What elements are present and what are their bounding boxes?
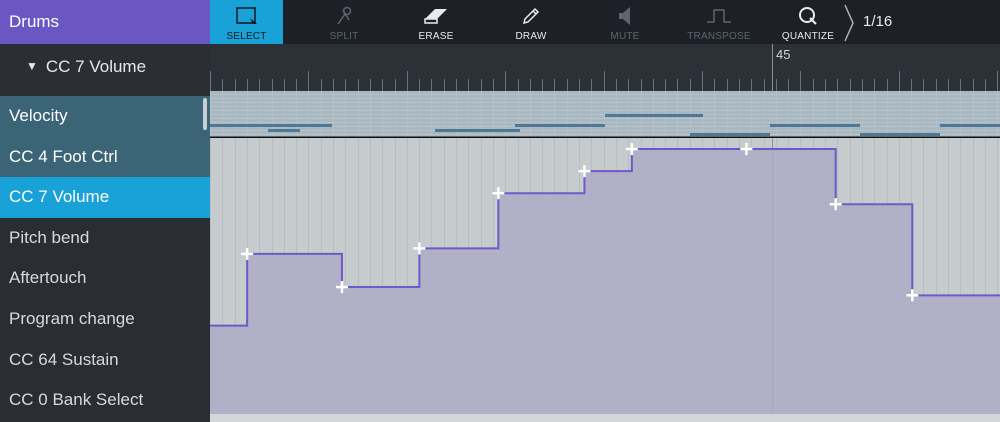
chevron-right-icon [843, 4, 855, 42]
transpose-icon [681, 5, 757, 27]
lane-item-aftertouch[interactable]: Aftertouch [0, 258, 210, 299]
bar-number-label: 45 [776, 47, 791, 62]
select-tool-button[interactable]: SELECT [210, 0, 283, 44]
note-block [515, 124, 605, 127]
lane-item-cc0-bank-select[interactable]: CC 0 Bank Select [0, 380, 210, 421]
quantize-icon [770, 5, 846, 27]
draw-tool-label: DRAW [515, 31, 547, 42]
note-block [690, 133, 770, 136]
note-overview-grid [210, 91, 1000, 138]
erase-tool-label: ERASE [418, 31, 454, 42]
transpose-tool-label: TRANSPOSE [687, 31, 751, 42]
cc-selector-label: CC 7 Volume [45, 57, 147, 76]
note-block [268, 129, 300, 132]
toolbar: SELECT SPLIT ERASE DRAW MUTE TRANSPOSE Q… [210, 0, 1000, 44]
note-block [770, 124, 860, 127]
lane-item-cc4-foot-ctrl[interactable]: CC 4 Foot Ctrl [0, 136, 210, 178]
automation-fill [210, 149, 1000, 415]
lane-sidebar: Drums ▼ CC 7 Volume Velocity CC 4 Foot Ct… [0, 0, 210, 422]
lane-item-pitch-bend[interactable]: Pitch bend [0, 218, 210, 259]
note-block [435, 129, 520, 132]
lane-list: Velocity CC 4 Foot Ctrl CC 7 Volume Pitc… [0, 96, 210, 421]
note-block [210, 124, 332, 127]
triangle-down-icon: ▼ [26, 59, 38, 73]
automation-lane[interactable] [210, 138, 1000, 422]
quantize-tool-button[interactable]: QUANTIZE [770, 0, 846, 44]
erase-tool-button[interactable]: ERASE [398, 0, 474, 44]
split-tool-label: SPLIT [329, 31, 359, 42]
track-name[interactable]: Drums [0, 0, 210, 44]
timeline-ruler[interactable]: 45 [210, 44, 1000, 91]
lane-item-velocity[interactable]: Velocity [0, 96, 210, 137]
lane-item-program-change[interactable]: Program change [0, 299, 210, 340]
select-tool-label: SELECT [226, 31, 267, 42]
lane-item-cc64-sustain[interactable]: CC 64 Sustain [0, 340, 210, 381]
select-icon [210, 5, 283, 27]
note-block [860, 133, 940, 136]
mute-tool-label: MUTE [610, 31, 640, 42]
pencil-icon [493, 5, 569, 27]
automation-editor[interactable] [210, 138, 1000, 422]
cc-selector[interactable]: ▼ CC 7 Volume [0, 44, 210, 96]
lane-bottom-strip [210, 414, 1000, 422]
note-overview [210, 91, 1000, 138]
scissors-icon [306, 5, 382, 27]
draw-tool-button[interactable]: DRAW [493, 0, 569, 44]
split-tool-button[interactable]: SPLIT [306, 0, 382, 44]
grid-resolution[interactable]: 1/16 [863, 0, 892, 44]
transpose-tool-button[interactable]: TRANSPOSE [681, 0, 757, 44]
ruler-ticks [210, 44, 998, 91]
eraser-icon [398, 5, 474, 27]
note-block [605, 114, 703, 117]
speaker-icon [587, 5, 663, 27]
note-block [940, 124, 1000, 127]
quantize-tool-label: QUANTIZE [781, 31, 835, 42]
lane-item-cc7-volume[interactable]: CC 7 Volume [0, 177, 210, 218]
mute-tool-button[interactable]: MUTE [587, 0, 663, 44]
lane-list-scrollbar[interactable] [203, 98, 207, 130]
